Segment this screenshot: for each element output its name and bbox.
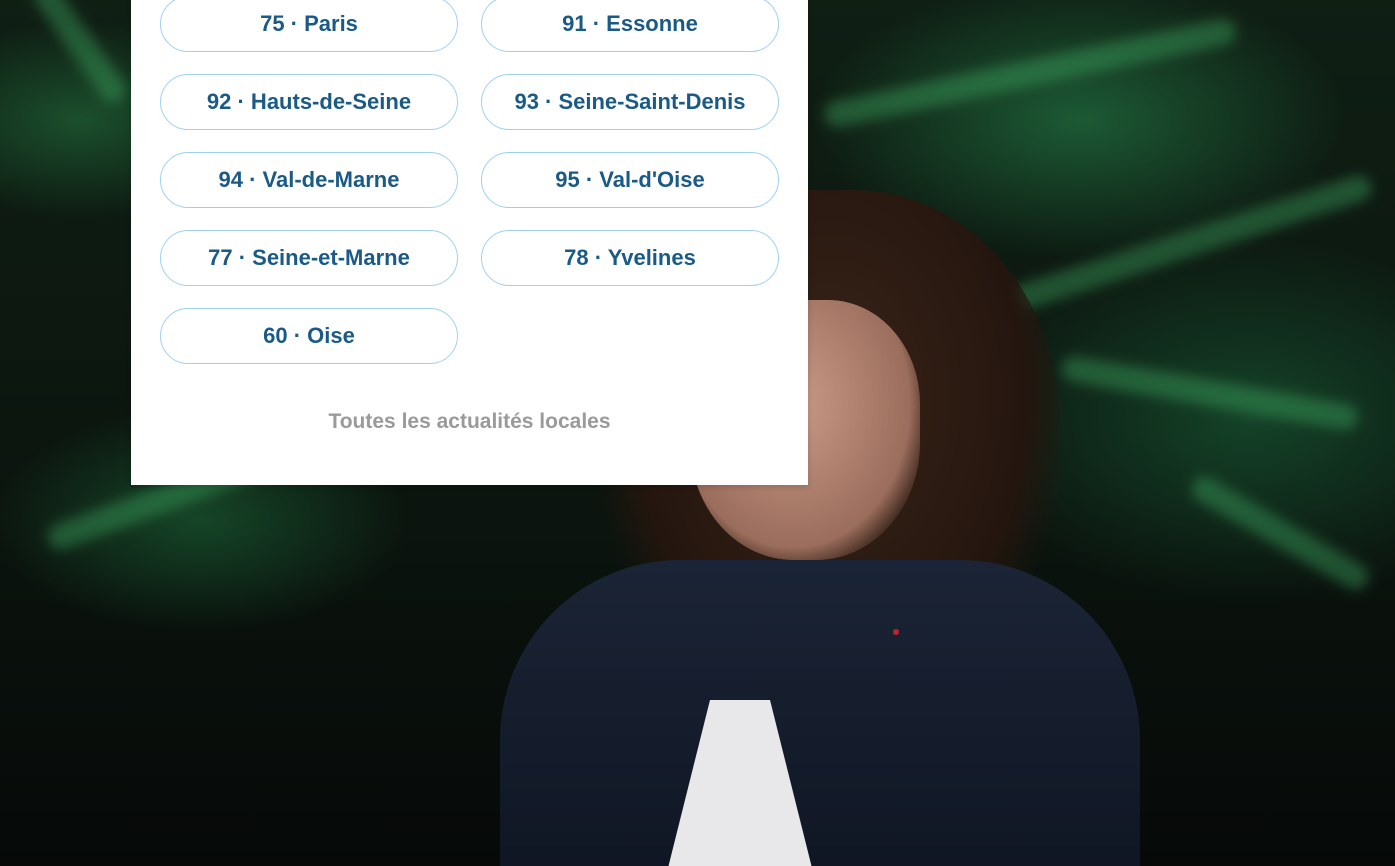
- department-button-yvelines[interactable]: 78 · Yvelines: [481, 230, 779, 286]
- local-news-dropdown: 75 · Paris 91 · Essonne 92 · Hauts-de-Se…: [131, 0, 808, 485]
- department-button-seine-et-marne[interactable]: 77 · Seine-et-Marne: [160, 230, 458, 286]
- department-button-hauts-de-seine[interactable]: 92 · Hauts-de-Seine: [160, 74, 458, 130]
- department-button-oise[interactable]: 60 · Oise: [160, 308, 458, 364]
- department-button-val-d-oise[interactable]: 95 · Val-d'Oise: [481, 152, 779, 208]
- department-button-seine-saint-denis[interactable]: 93 · Seine-Saint-Denis: [481, 74, 779, 130]
- department-button-essonne[interactable]: 91 · Essonne: [481, 0, 779, 52]
- department-button-paris[interactable]: 75 · Paris: [160, 0, 458, 52]
- all-local-news-link[interactable]: Toutes les actualités locales: [131, 410, 808, 434]
- department-button-val-de-marne[interactable]: 94 · Val-de-Marne: [160, 152, 458, 208]
- department-list: 75 · Paris 91 · Essonne 92 · Hauts-de-Se…: [160, 0, 779, 364]
